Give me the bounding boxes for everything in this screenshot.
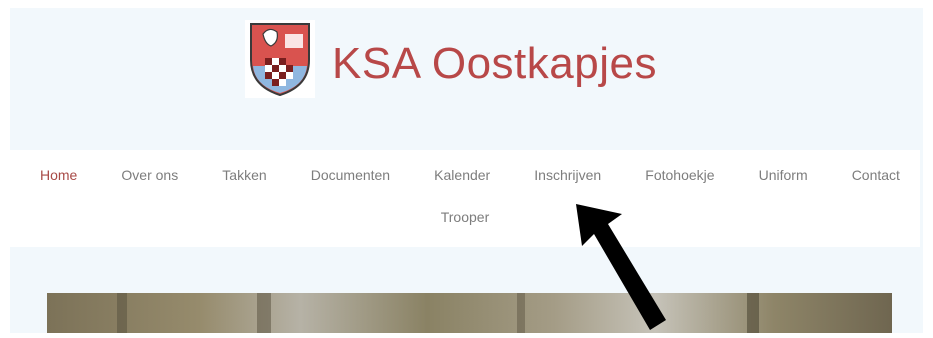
nav-item-inschrijven[interactable]: Inschrijven [534, 164, 601, 186]
nav-item-takken[interactable]: Takken [222, 164, 266, 186]
nav-item-kalender[interactable]: Kalender [434, 164, 490, 186]
nav-item-fotohoekje[interactable]: Fotohoekje [645, 164, 714, 186]
nav-item-uniform[interactable]: Uniform [759, 164, 808, 186]
shield-crest-icon[interactable] [245, 20, 315, 98]
nav-item-contact[interactable]: Contact [852, 164, 900, 186]
nav-item-documenten[interactable]: Documenten [311, 164, 390, 186]
site-title[interactable]: KSA Oostkapjes [332, 34, 657, 94]
nav-item-trooper[interactable]: Trooper [441, 209, 490, 225]
nav-item-over-ons[interactable]: Over ons [121, 164, 178, 186]
nav-item-home[interactable]: Home [40, 164, 77, 186]
hero-image [47, 293, 892, 333]
main-navigation: Home Over ons Takken Documenten Kalender… [10, 150, 920, 247]
arrow-pointer-icon [570, 200, 670, 333]
